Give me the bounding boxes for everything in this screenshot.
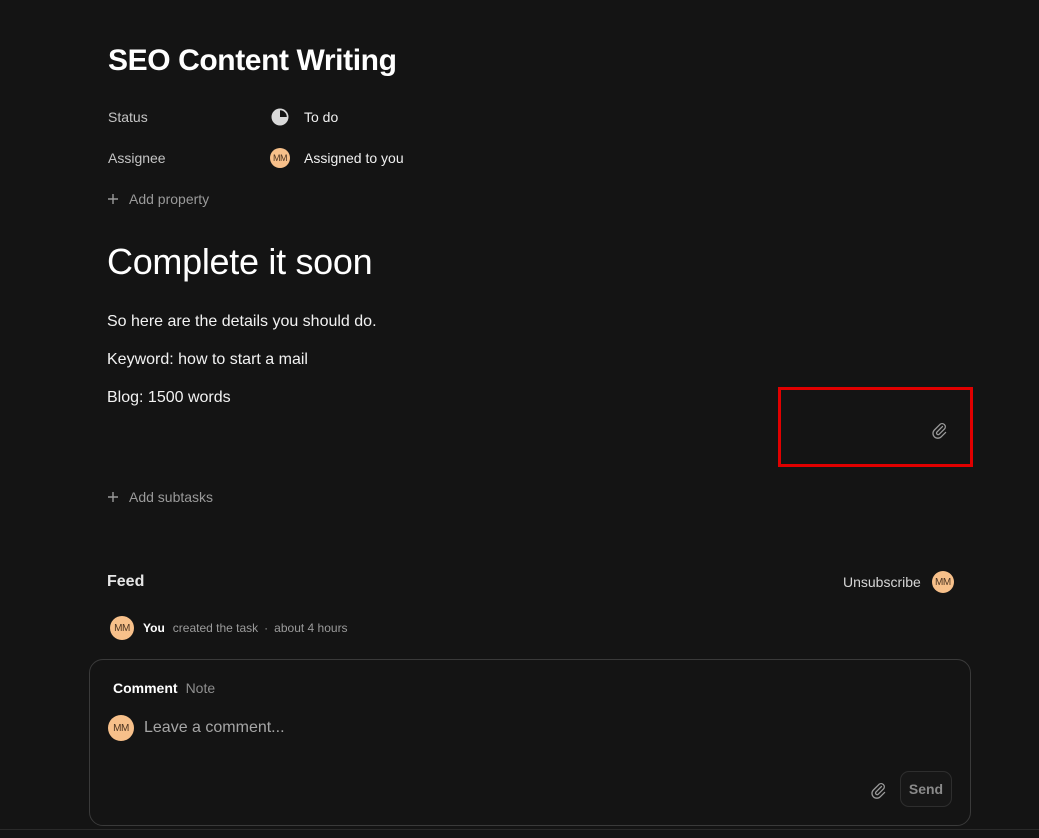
feed-subscription: Unsubscribe MM — [843, 571, 954, 593]
composer-tabs: Comment Note — [113, 680, 223, 696]
activity-user: You — [143, 621, 165, 635]
assignee-avatar-wrap: MM — [270, 148, 290, 168]
activity-separator: · — [264, 621, 269, 635]
tab-note[interactable]: Note — [186, 680, 216, 696]
add-property-label: Add property — [129, 191, 210, 207]
activity-item: MM You created the task · about 4 hours — [110, 616, 348, 640]
description-paragraph[interactable]: Keyword: how to start a mail — [107, 351, 308, 369]
add-subtasks-label: Add subtasks — [129, 489, 214, 505]
property-label-status: Status — [108, 109, 148, 125]
assignee-selector[interactable]: MM Assigned to you — [270, 148, 404, 168]
bottom-divider — [0, 829, 1039, 830]
paperclip-icon[interactable] — [929, 420, 949, 440]
pie-chart-icon — [270, 107, 290, 127]
plus-icon — [106, 192, 120, 206]
status-value: To do — [304, 109, 339, 125]
avatar: MM — [110, 616, 134, 640]
add-property-button[interactable]: Add property — [106, 191, 209, 207]
activity-action: created the task — [172, 621, 259, 635]
avatar[interactable]: MM — [931, 571, 954, 593]
composer-input-row: MM — [108, 715, 948, 741]
feed-title: Feed — [107, 573, 145, 590]
tab-comment[interactable]: Comment — [113, 680, 178, 696]
description-heading[interactable]: Complete it soon — [107, 241, 373, 283]
activity-time: about 4 hours — [274, 621, 348, 635]
paperclip-icon[interactable] — [868, 780, 888, 800]
comment-composer: Comment Note MM Send — [89, 659, 971, 826]
plus-icon — [106, 490, 120, 504]
task-title[interactable]: SEO Content Writing — [108, 44, 397, 78]
property-label-assignee: Assignee — [108, 150, 166, 166]
avatar: MM — [270, 148, 290, 168]
send-button[interactable]: Send — [900, 771, 952, 807]
status-selector[interactable]: To do — [270, 107, 338, 127]
description-paragraph[interactable]: Blog: 1500 words — [107, 389, 231, 407]
comment-input[interactable] — [144, 719, 948, 737]
unsubscribe-button[interactable]: Unsubscribe — [843, 574, 921, 590]
property-row-assignee: Assignee MM Assigned to you — [108, 146, 404, 170]
avatar: MM — [108, 715, 134, 741]
task-detail-page: SEO Content Writing Status To do Assigne… — [0, 0, 1039, 838]
property-row-status: Status To do — [108, 105, 338, 129]
add-subtasks-button[interactable]: Add subtasks — [106, 489, 213, 505]
description-paragraph[interactable]: So here are the details you should do. — [107, 313, 377, 331]
assignee-value: Assigned to you — [304, 150, 404, 166]
